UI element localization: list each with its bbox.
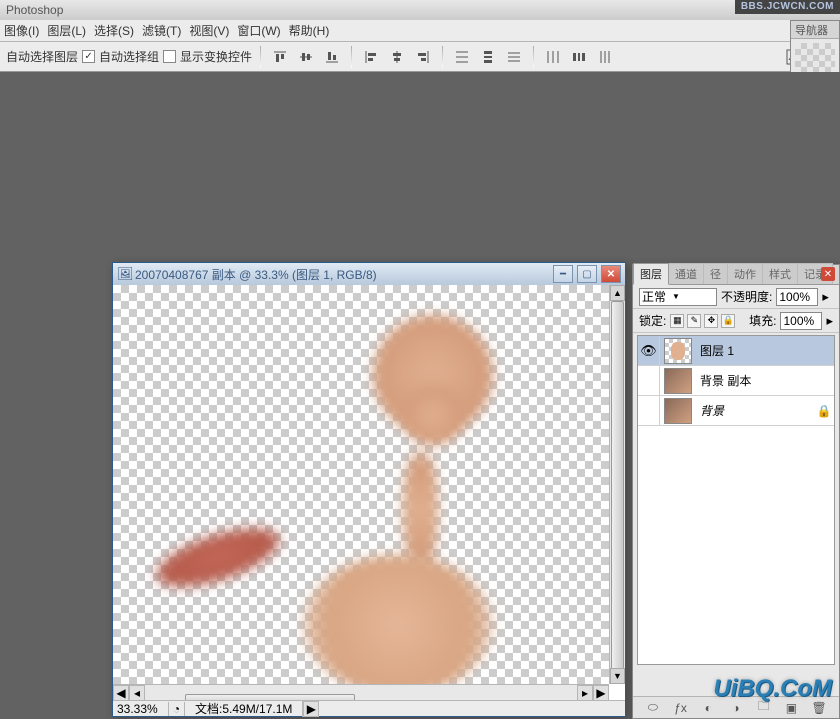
distribute-hcenter-icon[interactable] <box>568 46 590 68</box>
opt-show-transform-label: 显示变换控件 <box>180 48 252 65</box>
menu-layer[interactable]: 图层(L) <box>43 22 90 39</box>
align-bottom-icon[interactable] <box>321 46 343 68</box>
layer-style-icon[interactable]: ƒx <box>672 700 690 716</box>
align-hcenter-icon[interactable] <box>386 46 408 68</box>
distribute-top-icon[interactable] <box>451 46 473 68</box>
lock-fill-row: 锁定: ▦ ✎ ✥ 🔒 填充: 100% ▸ <box>633 309 839 333</box>
menu-image[interactable]: 图像(I) <box>0 22 43 39</box>
scroll-right-icon[interactable]: ▶ <box>593 685 609 701</box>
horizontal-scrollbar[interactable]: ◀ ◂ ▸ ▶ <box>113 684 609 700</box>
workspace: 🖼 20070408767 副本 @ 33.3% (图层 1, RGB/8) ━… <box>0 72 840 709</box>
align-right-icon[interactable] <box>412 46 434 68</box>
panel-tabs: 图层 通道 径 动作 样式 记录 ✕ <box>633 265 839 285</box>
distribute-bottom-icon[interactable] <box>503 46 525 68</box>
layer-name[interactable]: 图层 1 <box>696 342 834 359</box>
align-left-icon[interactable] <box>360 46 382 68</box>
app-title-bar: Photoshop <box>0 0 840 20</box>
layers-panel: 图层 通道 径 动作 样式 记录 ✕ 正常▼ 不透明度: 100% ▸ 锁定: … <box>632 264 840 719</box>
distribute-vcenter-icon[interactable] <box>477 46 499 68</box>
source-badge: BBS.JCWCN.COM <box>735 0 840 14</box>
menu-help[interactable]: 帮助(H) <box>285 22 334 39</box>
visibility-toggle[interactable] <box>638 396 660 426</box>
menu-filter[interactable]: 滤镜(T) <box>138 22 185 39</box>
fill-label: 填充: <box>749 312 776 329</box>
navigator-title: 导航器 <box>791 21 839 39</box>
document-icon: 🖼 <box>117 267 131 281</box>
align-top-icon[interactable] <box>269 46 291 68</box>
layer-row[interactable]: 背景 副本 <box>638 366 834 396</box>
scroll-left-page-icon[interactable]: ◂ <box>129 685 145 701</box>
document-window: 🖼 20070408767 副本 @ 33.3% (图层 1, RGB/8) ━… <box>112 262 626 717</box>
lock-indicator-icon: 🔒 <box>814 404 834 418</box>
layer-row[interactable]: 👁 图层 1 <box>638 336 834 366</box>
tab-styles[interactable]: 样式 <box>762 263 798 284</box>
options-bar: 自动选择图层 自动选择组 显示变换控件 画笔 <box>0 42 840 72</box>
tab-channels[interactable]: 通道 <box>668 263 704 284</box>
visibility-toggle[interactable]: 👁 <box>638 336 660 366</box>
opacity-arrow-icon[interactable]: ▸ <box>822 290 829 303</box>
separator <box>533 46 534 68</box>
tab-paths[interactable]: 径 <box>703 263 728 284</box>
document-title-bar[interactable]: 🖼 20070408767 副本 @ 33.3% (图层 1, RGB/8) ━… <box>113 263 625 285</box>
layer-name[interactable]: 背景 <box>696 402 814 419</box>
document-title: 20070408767 副本 @ 33.3% (图层 1, RGB/8) <box>135 266 549 283</box>
layer-name[interactable]: 背景 副本 <box>696 372 834 389</box>
opt-show-transform-check[interactable] <box>163 50 176 63</box>
layer-thumbnail[interactable] <box>664 338 692 364</box>
opt-auto-select-layer-label: 自动选择图层 <box>6 48 78 65</box>
layer-row[interactable]: 背景 🔒 <box>638 396 834 426</box>
separator <box>442 46 443 68</box>
scroll-right-page-icon[interactable]: ▸ <box>577 685 593 701</box>
scroll-left-icon[interactable]: ◀ <box>113 685 129 701</box>
document-canvas[interactable] <box>113 285 609 684</box>
layers-list: 👁 图层 1 背景 副本 背景 🔒 <box>637 335 835 665</box>
menu-select[interactable]: 选择(S) <box>90 22 138 39</box>
lock-all-icon[interactable]: 🔒 <box>721 314 735 328</box>
distribute-right-icon[interactable] <box>594 46 616 68</box>
menu-window[interactable]: 窗口(W) <box>233 22 284 39</box>
panel-close-button[interactable]: ✕ <box>821 267 835 281</box>
visibility-toggle[interactable] <box>638 366 660 396</box>
opacity-input[interactable]: 100% <box>776 288 818 306</box>
link-layers-icon[interactable]: ⬭ <box>644 700 662 716</box>
separator <box>351 46 352 68</box>
minimize-button[interactable]: ━ <box>553 265 573 283</box>
lock-position-icon[interactable]: ✥ <box>704 314 718 328</box>
align-vcenter-icon[interactable] <box>295 46 317 68</box>
opt-auto-select-group-check[interactable] <box>82 50 95 63</box>
opacity-label: 不透明度: <box>721 288 772 305</box>
distribute-left-icon[interactable] <box>542 46 564 68</box>
layer-thumbnail[interactable] <box>664 398 692 424</box>
close-button[interactable]: ✕ <box>601 265 621 283</box>
lock-pixels-icon[interactable]: ✎ <box>687 314 701 328</box>
opt-auto-select-group-label: 自动选择组 <box>99 48 159 65</box>
blend-opacity-row: 正常▼ 不透明度: 100% ▸ <box>633 285 839 309</box>
tab-layers[interactable]: 图层 <box>633 263 669 285</box>
menu-bar: 图像(I) 图层(L) 选择(S) 滤镜(T) 视图(V) 窗口(W) 帮助(H… <box>0 20 840 42</box>
app-title: Photoshop <box>6 3 63 17</box>
vertical-scrollbar[interactable]: ▲ ▼ <box>609 285 625 684</box>
blend-mode-select[interactable]: 正常▼ <box>639 288 717 306</box>
layer-thumbnail[interactable] <box>664 368 692 394</box>
lock-label: 锁定: <box>639 312 666 329</box>
scroll-up-icon[interactable]: ▲ <box>610 285 625 301</box>
fill-input[interactable]: 100% <box>780 312 822 330</box>
watermark: UiBQ.CoM <box>713 675 832 703</box>
lock-transparent-icon[interactable]: ▦ <box>670 314 684 328</box>
menu-view[interactable]: 视图(V) <box>185 22 233 39</box>
maximize-button[interactable]: ▢ <box>577 265 597 283</box>
fill-arrow-icon[interactable]: ▸ <box>826 314 833 327</box>
eye-icon: 👁 <box>640 344 657 357</box>
scroll-down-icon[interactable]: ▼ <box>610 668 625 684</box>
tab-actions[interactable]: 动作 <box>727 263 763 284</box>
document-status-bar: 33.33% ◔ 文档:5.49M/17.1M ▶ <box>113 700 625 716</box>
separator <box>260 46 261 68</box>
